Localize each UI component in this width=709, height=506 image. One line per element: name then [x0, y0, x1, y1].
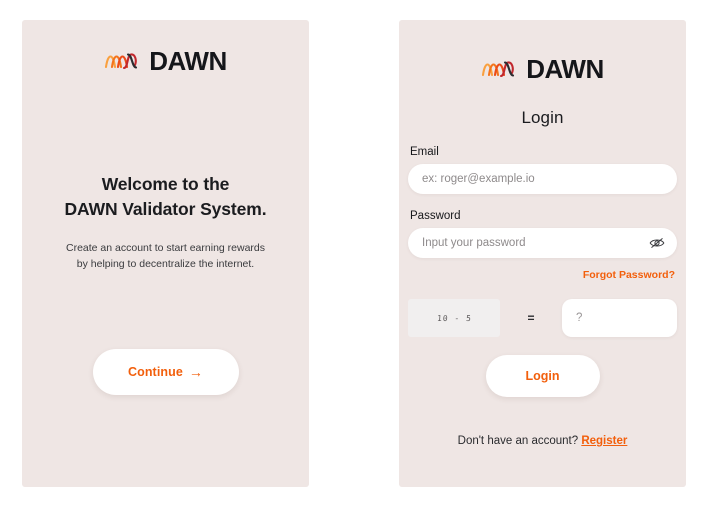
captcha-equals-sign: = — [527, 311, 535, 325]
password-input-shell[interactable] — [408, 228, 677, 258]
dawn-wave-icon — [105, 53, 138, 70]
welcome-subtitle: Create an account to start earning rewar… — [65, 241, 266, 270]
password-label: Password — [410, 210, 461, 222]
signup-panel: DAWN Welcome to the DAWN Validator Syste… — [22, 20, 309, 487]
captcha-challenge-text: 10 - 5 — [436, 313, 472, 323]
captcha-answer-shell[interactable] — [562, 299, 677, 337]
brand-logo-right: DAWN — [399, 56, 686, 82]
arrow-right-icon: → — [188, 364, 204, 380]
brand-wordmark-left: DAWN — [149, 46, 227, 76]
continue-button[interactable]: Continue → — [92, 349, 239, 395]
password-field-group: Password Forgot Password? — [408, 210, 677, 283]
dawn-wave-icon — [482, 61, 515, 78]
captcha-row: 10 - 5 = — [408, 299, 677, 337]
brand-wordmark-right: DAWN — [526, 54, 604, 84]
forgot-password-row: Forgot Password? — [408, 265, 677, 283]
captcha-answer-input[interactable] — [562, 299, 677, 337]
email-label: Email — [410, 146, 439, 158]
welcome-block: Welcome to the DAWN Validator System. Cr… — [22, 172, 309, 272]
register-link[interactable]: Register — [581, 435, 627, 447]
email-field-group: Email — [408, 146, 677, 194]
eye-off-icon — [649, 238, 665, 248]
password-visibility-toggle[interactable] — [641, 228, 673, 258]
welcome-title-line-2: DAWN Validator System. — [64, 198, 267, 219]
welcome-title-line-1: Welcome to the — [101, 174, 230, 194]
login-button[interactable]: Login — [485, 355, 600, 397]
continue-button-label: Continue — [127, 365, 183, 379]
welcome-title: Welcome to the DAWN Validator System. — [22, 172, 309, 222]
email-input-shell[interactable] — [408, 164, 677, 194]
login-form: Email Password Forgot Password? — [408, 146, 677, 447]
password-input[interactable] — [408, 228, 641, 258]
forgot-password-link[interactable]: Forgot Password? — [583, 269, 675, 281]
register-prompt-text: Don't have an account? — [457, 435, 579, 447]
captcha-challenge-image: 10 - 5 — [408, 299, 500, 337]
brand-logo-left: DAWN — [22, 48, 309, 74]
email-input[interactable] — [408, 164, 677, 194]
login-panel: DAWN Login Email Password — [399, 20, 686, 487]
login-heading: Login — [521, 108, 564, 127]
field-spacer — [408, 194, 677, 210]
login-button-wrapper: Login — [408, 355, 677, 397]
register-row: Don't have an account? Register — [408, 435, 677, 447]
continue-button-wrapper: Continue → — [22, 349, 309, 395]
